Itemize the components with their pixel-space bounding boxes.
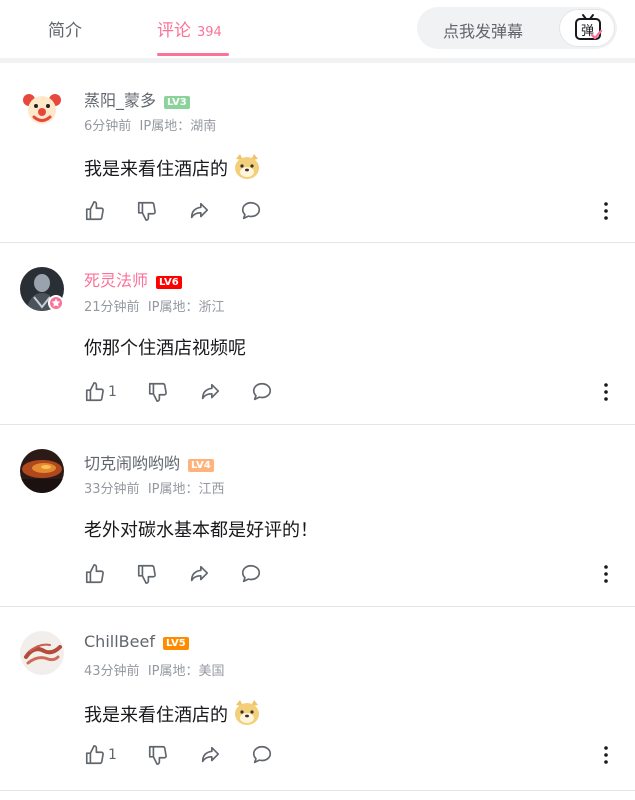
level-badge: LV6 [156, 276, 182, 289]
comment-text: 我是来看住酒店的 [84, 153, 262, 186]
share-icon [201, 746, 220, 763]
comment-username[interactable]: 蒸阳_蒙多 LV3 [84, 87, 190, 111]
comment-text-body: 你那个住酒店视频呢 [84, 338, 246, 359]
comment-username[interactable]: 切克闹哟哟哟 LV4 [84, 450, 214, 474]
dislike-button[interactable] [147, 379, 169, 405]
comment-time: 43分钟前 [84, 664, 140, 679]
thumbs-up-icon [85, 382, 104, 402]
comment-text: 你那个住酒店视频呢 [84, 334, 246, 360]
comment-time: 33分钟前 [84, 482, 140, 497]
comment-time: 21分钟前 [84, 300, 140, 315]
more-options-icon[interactable] [598, 380, 614, 404]
comment-text-body: 老外对碳水基本都是好评的！ [84, 520, 318, 541]
beef-avatar-icon [20, 631, 64, 675]
avatar[interactable] [20, 449, 64, 493]
comments-count: 394 [197, 25, 222, 40]
share-icon [201, 383, 220, 400]
vip-badge-icon [48, 295, 64, 311]
thumbs-down-icon [148, 745, 167, 765]
thumbs-down-icon [148, 382, 167, 402]
comment-text-body: 我是来看住酒店的 [84, 159, 228, 180]
username-text: ChillBeef [84, 632, 155, 651]
username-text: 蒸阳_蒙多 [84, 91, 157, 110]
like-button[interactable] [84, 198, 108, 224]
share-button[interactable] [199, 379, 221, 405]
comment-divider [0, 790, 635, 791]
comment-text-body: 我是来看住酒店的 [84, 705, 228, 726]
share-icon [190, 565, 209, 582]
thumbs-up-icon [85, 201, 104, 221]
dislike-button[interactable] [147, 742, 169, 768]
comment-bubble-icon [241, 564, 261, 583]
thumbs-up-icon [85, 745, 104, 765]
reply-button[interactable] [251, 742, 273, 768]
comment-ip: IP属地：美国 [147, 664, 225, 679]
avatar[interactable] [20, 86, 64, 130]
dislike-button[interactable] [136, 561, 158, 587]
share-button[interactable] [199, 742, 221, 768]
active-tab-indicator [157, 53, 229, 56]
comment-username[interactable]: 死灵法师 LV6 [84, 267, 182, 291]
share-icon [190, 202, 209, 219]
comment-ip: IP属地：浙江 [147, 300, 225, 315]
top-tab-bar: 简介 评论 394 点我发弹幕 弹 [0, 0, 635, 56]
doge-emoji-icon [232, 153, 262, 186]
level-badge: LV3 [164, 96, 190, 109]
clown-avatar-icon [20, 86, 64, 130]
danmaku-toggle-button[interactable]: 弹 [559, 9, 615, 47]
username-text: 死灵法师 [84, 271, 149, 290]
comment-bubble-icon [252, 745, 272, 764]
comment-bubble-icon [252, 382, 272, 401]
avatar[interactable] [20, 631, 64, 675]
comment-bubble-icon [241, 201, 261, 220]
comment-item: 切克闹哟哟哟 LV4 33分钟前 IP属地：江西 老外对碳水基本都是好评的！ [0, 425, 635, 607]
danmaku-icon: 弹 [575, 14, 603, 40]
reply-button[interactable] [240, 198, 262, 224]
comment-meta: 21分钟前 IP属地：浙江 [84, 296, 225, 315]
like-button[interactable]: 1 [84, 379, 117, 405]
more-options-icon[interactable] [598, 743, 614, 767]
doge-emoji-icon [232, 699, 262, 732]
like-button[interactable] [84, 561, 108, 587]
like-count: 1 [108, 384, 117, 400]
tab-comments[interactable]: 评论 394 [157, 16, 222, 41]
thumbs-down-icon [137, 564, 156, 584]
comment-ip: IP属地：湖南 [139, 119, 217, 134]
share-button[interactable] [188, 198, 210, 224]
thumbs-up-icon [85, 564, 104, 584]
tab-intro[interactable]: 简介 [48, 16, 82, 41]
share-button[interactable] [188, 561, 210, 587]
like-count: 1 [108, 747, 117, 763]
avatar[interactable] [20, 267, 64, 311]
comment-item: ChillBeef LV5 43分钟前 IP属地：美国 我是来看住酒店的 1 [0, 607, 635, 800]
danmaku-bar: 点我发弹幕 弹 [417, 7, 617, 49]
like-button[interactable]: 1 [84, 742, 117, 768]
comment-text: 老外对碳水基本都是好评的！ [84, 516, 318, 542]
comment-meta: 6分钟前 IP属地：湖南 [84, 115, 216, 134]
username-text: 切克闹哟哟哟 [84, 454, 181, 473]
reply-button[interactable] [251, 379, 273, 405]
comment-meta: 43分钟前 IP属地：美国 [84, 660, 225, 679]
comment-time: 6分钟前 [84, 119, 132, 134]
danmaku-input[interactable]: 点我发弹幕 [443, 18, 523, 42]
comment-item: 蒸阳_蒙多 LV3 6分钟前 IP属地：湖南 我是来看住酒店的 [0, 63, 635, 243]
comment-ip: IP属地：江西 [147, 482, 225, 497]
reply-button[interactable] [240, 561, 262, 587]
comment-username[interactable]: ChillBeef LV5 [84, 632, 189, 651]
dislike-button[interactable] [136, 198, 158, 224]
more-options-icon[interactable] [598, 199, 614, 223]
level-badge: LV4 [188, 459, 214, 472]
comment-meta: 33分钟前 IP属地：江西 [84, 478, 225, 497]
sunset-avatar-icon [20, 449, 64, 493]
level-badge: LV5 [162, 637, 189, 650]
thumbs-down-icon [137, 201, 156, 221]
more-options-icon[interactable] [598, 562, 614, 586]
tab-comments-label: 评论 [157, 21, 191, 41]
comment-text: 我是来看住酒店的 [84, 699, 262, 732]
comment-item: 死灵法师 LV6 21分钟前 IP属地：浙江 你那个住酒店视频呢 1 [0, 243, 635, 425]
